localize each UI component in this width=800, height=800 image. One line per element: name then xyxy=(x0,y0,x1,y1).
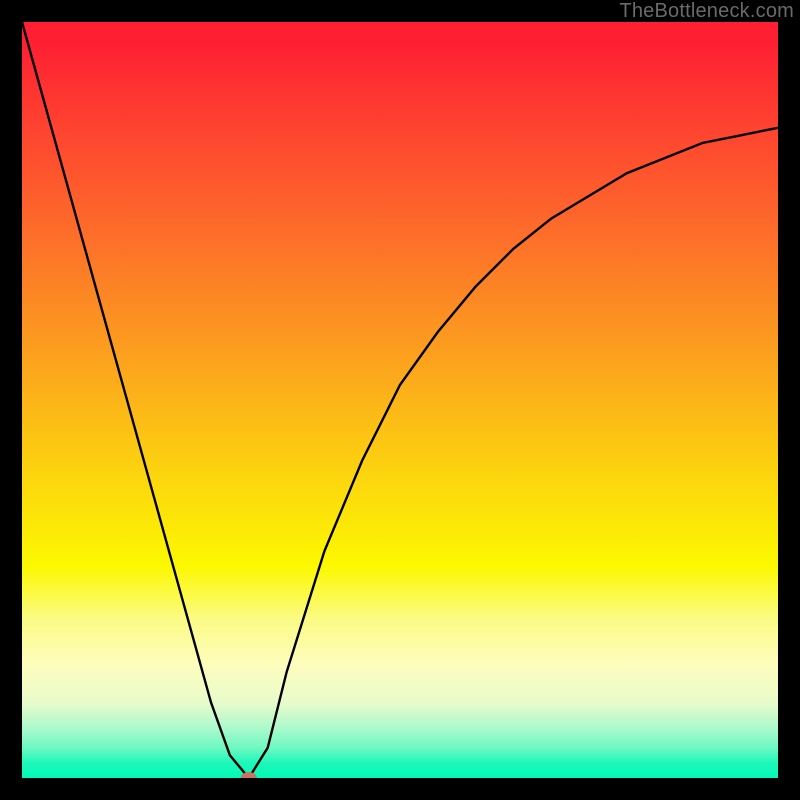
chart-frame: TheBottleneck.com xyxy=(0,0,800,800)
plot-area xyxy=(22,22,778,778)
bottleneck-curve xyxy=(22,22,778,778)
watermark-text: TheBottleneck.com xyxy=(619,0,794,23)
